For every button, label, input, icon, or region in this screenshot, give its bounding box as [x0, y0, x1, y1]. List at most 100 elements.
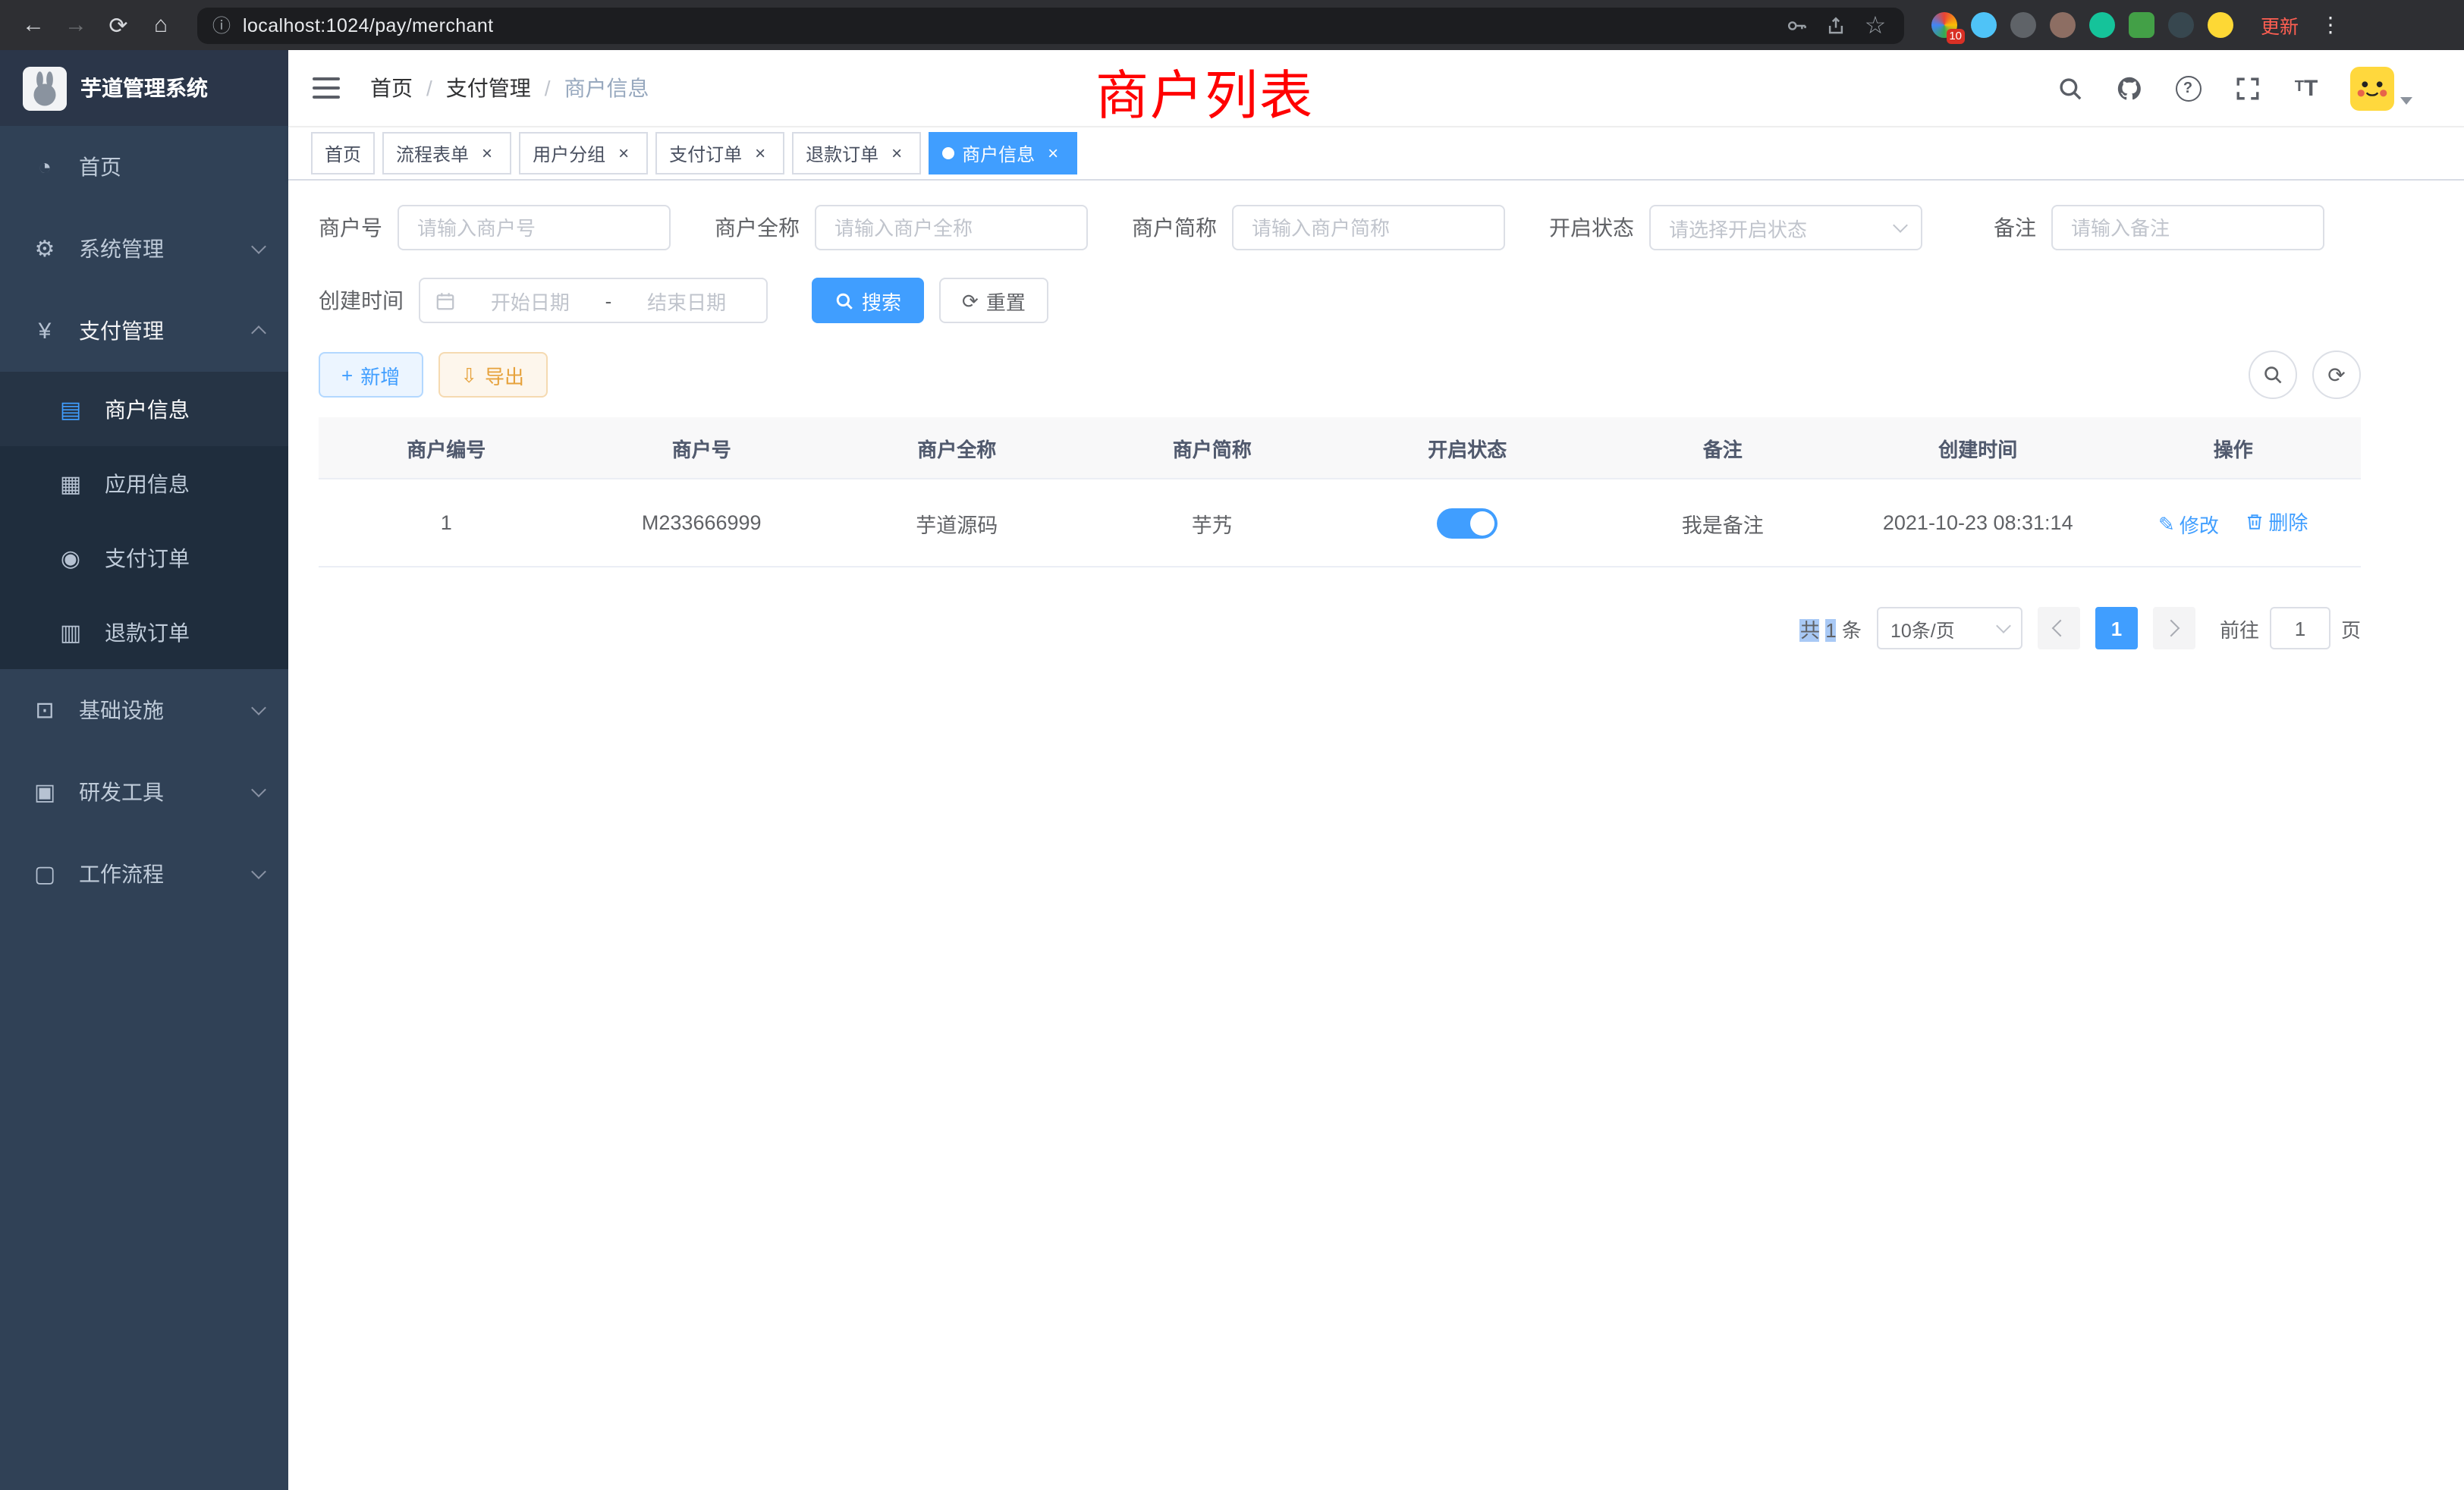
password-key-icon[interactable] [1783, 11, 1810, 39]
chevron-down-icon [1996, 618, 2011, 633]
export-button[interactable]: ⇩ 导出 [438, 352, 547, 398]
cell-create-time: 2021-10-23 08:31:14 [1850, 479, 2106, 567]
browser-reload-icon[interactable]: ⟳ [100, 7, 137, 43]
col-merchant-id: 商户编号 [319, 417, 574, 479]
share-icon[interactable] [1822, 11, 1850, 39]
cell-merchant-no: M233666999 [574, 479, 830, 567]
site-info-icon[interactable]: ⓘ [212, 12, 231, 38]
browser-home-icon[interactable]: ⌂ [143, 7, 179, 43]
search-icon[interactable] [2054, 73, 2085, 103]
fullscreen-icon[interactable] [2232, 73, 2262, 103]
tags-view: 首页 流程表单× 用户分组× 支付订单× 退款订单× 商户信息× [288, 127, 2464, 181]
reset-button[interactable]: ⟳ 重置 [939, 278, 1048, 323]
sidebar-item-pay-order[interactable]: ◉ 支付订单 [0, 520, 288, 595]
close-icon[interactable]: × [476, 143, 498, 164]
sidebar-menu: ◔ 首页 ⚙ 系统管理 ¥ 支付管理 ▤ 商户信息 [0, 126, 288, 1490]
address-bar[interactable]: ⓘ localhost:1024/pay/merchant ☆ [197, 7, 1904, 43]
sidebar-item-system[interactable]: ⚙ 系统管理 [0, 208, 288, 290]
sidebar-item-workflow[interactable]: ▢ 工作流程 [0, 833, 288, 915]
close-icon[interactable]: × [613, 143, 634, 164]
status-toggle[interactable] [1437, 508, 1498, 538]
logo-avatar [23, 66, 67, 110]
extension-icon[interactable] [1971, 12, 1997, 38]
extension-icon[interactable] [2050, 12, 2076, 38]
merchant-no-input[interactable] [398, 205, 671, 250]
cell-full-name: 芋道源码 [829, 479, 1085, 567]
tab-pay-order[interactable]: 支付订单× [655, 132, 784, 174]
sidebar-item-merchant-info[interactable]: ▤ 商户信息 [0, 372, 288, 446]
full-name-label: 商户全称 [715, 212, 800, 243]
close-icon[interactable]: × [750, 143, 771, 164]
page-number-button[interactable]: 1 [2095, 607, 2138, 649]
extension-icon[interactable] [2010, 12, 2036, 38]
page-size-select[interactable]: 10条/页 [1877, 607, 2022, 649]
url-text[interactable]: localhost:1024/pay/merchant [243, 14, 1771, 36]
sidebar-item-dev-tools[interactable]: ▣ 研发工具 [0, 751, 288, 833]
extension-icon[interactable] [2089, 12, 2115, 38]
prev-page-button[interactable] [2038, 607, 2080, 649]
extension-icon[interactable] [2168, 12, 2194, 38]
dashboard-icon: ◔ [32, 154, 58, 180]
hide-search-button[interactable] [2249, 350, 2297, 399]
chevron-down-icon [251, 864, 266, 879]
extension-icon[interactable] [2129, 12, 2154, 38]
browser-update-button[interactable]: 更新 [2261, 11, 2299, 39]
tab-process-form[interactable]: 流程表单× [382, 132, 511, 174]
page-content: 商户号 商户全称 商户简称 开启状态 请选择开启状态 [288, 181, 2464, 1490]
gear-icon: ⚙ [32, 235, 58, 262]
logo[interactable]: 芋道管理系统 [0, 50, 288, 126]
add-button[interactable]: + 新增 [319, 352, 423, 398]
github-icon[interactable] [2114, 73, 2144, 103]
refresh-icon: ⟳ [962, 291, 979, 310]
full-name-input[interactable] [815, 205, 1088, 250]
close-icon[interactable]: × [1042, 143, 1064, 164]
app-title: 芋道管理系统 [80, 73, 208, 103]
tab-home[interactable]: 首页 [311, 132, 375, 174]
extension-icon[interactable] [1931, 12, 1957, 38]
browser-back-icon[interactable]: ← [15, 7, 52, 43]
extensions-area [1931, 12, 2233, 38]
browser-forward-icon[interactable]: → [58, 7, 94, 43]
sidebar-item-infrastructure[interactable]: ⊡ 基础设施 [0, 669, 288, 751]
delete-link[interactable]: 删除 [2246, 507, 2308, 536]
sidebar-item-payment[interactable]: ¥ 支付管理 [0, 290, 288, 372]
col-short-name: 商户简称 [1085, 417, 1340, 479]
breadcrumb-payment[interactable]: 支付管理 [446, 73, 531, 103]
sidebar-item-home[interactable]: ◔ 首页 [0, 126, 288, 208]
tab-refund-order[interactable]: 退款订单× [792, 132, 921, 174]
cell-remark: 我是备注 [1595, 479, 1851, 567]
create-time-label: 创建时间 [319, 285, 404, 316]
remark-input[interactable] [2051, 205, 2324, 250]
next-page-button[interactable] [2153, 607, 2195, 649]
tab-user-group[interactable]: 用户分组× [519, 132, 648, 174]
chevron-left-icon [2053, 620, 2070, 637]
extension-icon[interactable] [2208, 12, 2233, 38]
hamburger-icon[interactable] [313, 71, 346, 105]
pagination: 共 1 条 10条/页 1 前往 页 [319, 607, 2361, 649]
sidebar: 芋道管理系统 ◔ 首页 ⚙ 系统管理 ¥ 支付管理 [0, 50, 288, 1490]
short-name-label: 商户简称 [1132, 212, 1217, 243]
end-date-placeholder: 结束日期 [622, 286, 751, 315]
sidebar-item-refund-order[interactable]: ▥ 退款订单 [0, 595, 288, 669]
close-icon[interactable]: × [886, 143, 907, 164]
edit-link[interactable]: ✎ 修改 [2158, 510, 2219, 539]
toggle-knob [1470, 511, 1494, 535]
create-time-range-picker[interactable]: 开始日期 - 结束日期 [419, 278, 768, 323]
tab-merchant-info[interactable]: 商户信息× [929, 132, 1077, 174]
search-button[interactable]: 搜索 [812, 278, 924, 323]
refresh-button[interactable]: ⟳ [2312, 350, 2361, 399]
sidebar-item-app-info[interactable]: ▦ 应用信息 [0, 446, 288, 520]
help-icon[interactable]: ? [2173, 73, 2203, 103]
bookmark-star-icon[interactable]: ☆ [1862, 11, 1889, 39]
breadcrumb-home[interactable]: 首页 [370, 73, 413, 103]
total-count: 共 1 条 [1800, 614, 1862, 643]
col-full-name: 商户全称 [829, 417, 1085, 479]
chevron-right-icon [2164, 620, 2181, 637]
status-select[interactable]: 请选择开启状态 [1649, 205, 1922, 250]
goto-page-input[interactable] [2270, 607, 2330, 649]
cell-merchant-id: 1 [319, 479, 574, 567]
short-name-input[interactable] [1232, 205, 1505, 250]
font-size-icon[interactable]: TT [2291, 73, 2321, 103]
browser-menu-icon[interactable]: ⋮ [2320, 12, 2341, 38]
user-menu[interactable] [2350, 66, 2412, 110]
